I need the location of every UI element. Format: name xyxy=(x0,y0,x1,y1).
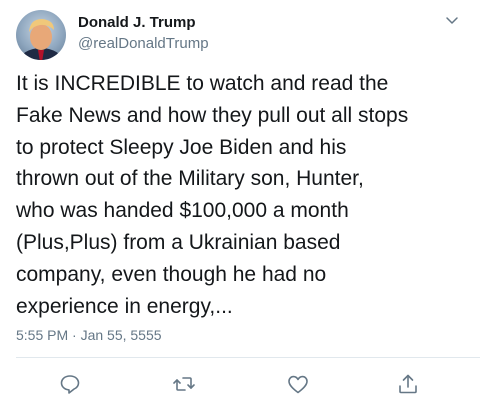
tweet-text: It is INCREDIBLE to watch and read the F… xyxy=(16,72,409,318)
like-button[interactable] xyxy=(286,372,310,396)
heart-icon xyxy=(288,375,308,394)
retweet-button[interactable] xyxy=(172,372,196,396)
share-icon xyxy=(399,374,417,394)
share-button[interactable] xyxy=(396,372,420,396)
display-name[interactable]: Donald J. Trump xyxy=(78,14,196,31)
avatar[interactable] xyxy=(16,10,66,60)
speech-bubble-icon xyxy=(60,375,80,394)
reply-button[interactable] xyxy=(58,372,82,396)
profile-photo-icon xyxy=(19,19,63,60)
more-options-button[interactable] xyxy=(444,12,460,28)
user-handle[interactable]: @realDonaldTrump xyxy=(78,35,209,52)
tweet-timestamp[interactable]: 5:55 PM · Jan 55, 5555 xyxy=(16,327,162,343)
action-bar xyxy=(0,372,480,396)
tweet-card: Donald J. Trump @realDonaldTrump It is I… xyxy=(0,0,480,410)
retweet-icon xyxy=(173,377,195,391)
chevron-down-icon xyxy=(446,17,458,24)
divider xyxy=(16,357,480,358)
